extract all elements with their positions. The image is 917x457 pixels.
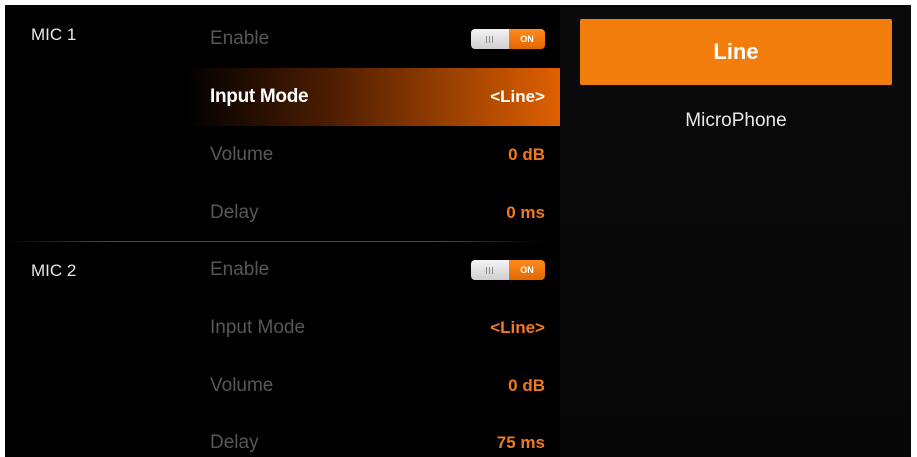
mic2-input-mode-row[interactable]: Input Mode <Line> (185, 299, 560, 357)
mic2-delay-value: 75 ms (496, 433, 545, 452)
input-mode-options-panel: Line MicroPhone (560, 5, 911, 457)
mic2-enable-row[interactable]: Enable ON (185, 241, 560, 299)
settings-screen: MIC 1 Enable ON Input Mode <Line> Volume… (5, 5, 911, 457)
toggle-knob (471, 29, 509, 49)
mic2-enable-label: Enable (210, 259, 270, 280)
mic2-input-mode-label: Input Mode (210, 317, 306, 338)
mic2-volume-row[interactable]: Volume 0 dB (185, 357, 560, 415)
mic1-delay-row[interactable]: Delay 0 ms (185, 184, 560, 242)
mic2-delay-label: Delay (210, 432, 259, 453)
toggle-knob (471, 260, 509, 280)
mic1-group-label: MIC 1 (31, 25, 77, 44)
mic2-volume-label: Volume (210, 375, 274, 396)
grip-icon (486, 266, 494, 274)
mic2-volume-value: 0 dB (508, 376, 545, 395)
toggle-on-label: ON (509, 29, 545, 49)
option-line[interactable]: Line (580, 19, 892, 85)
mic2-input-mode-value: <Line> (490, 318, 545, 337)
mic1-delay-label: Delay (210, 202, 259, 223)
mic2-enable-toggle[interactable]: ON (471, 260, 545, 280)
mic1-enable-toggle[interactable]: ON (471, 29, 545, 49)
mic1-input-mode-label: Input Mode (210, 86, 309, 107)
mic1-input-mode-value: <Line> (490, 87, 545, 106)
mic1-volume-value: 0 dB (508, 145, 545, 164)
grip-icon (486, 35, 494, 43)
toggle-on-label: ON (509, 260, 545, 280)
mic1-volume-row[interactable]: Volume 0 dB (185, 126, 560, 184)
mic-settings-panel: MIC 1 Enable ON Input Mode <Line> Volume… (5, 5, 560, 457)
option-microphone[interactable]: MicroPhone (580, 88, 892, 154)
mic1-enable-row[interactable]: Enable ON (185, 10, 560, 68)
mic1-enable-label: Enable (210, 28, 270, 49)
mic2-delay-row[interactable]: Delay 75 ms (185, 414, 560, 457)
mic1-delay-value: 0 ms (506, 203, 545, 222)
mic1-input-mode-row[interactable]: Input Mode <Line> (185, 68, 560, 126)
mic2-group-label: MIC 2 (31, 261, 77, 280)
mic1-volume-label: Volume (210, 144, 274, 165)
